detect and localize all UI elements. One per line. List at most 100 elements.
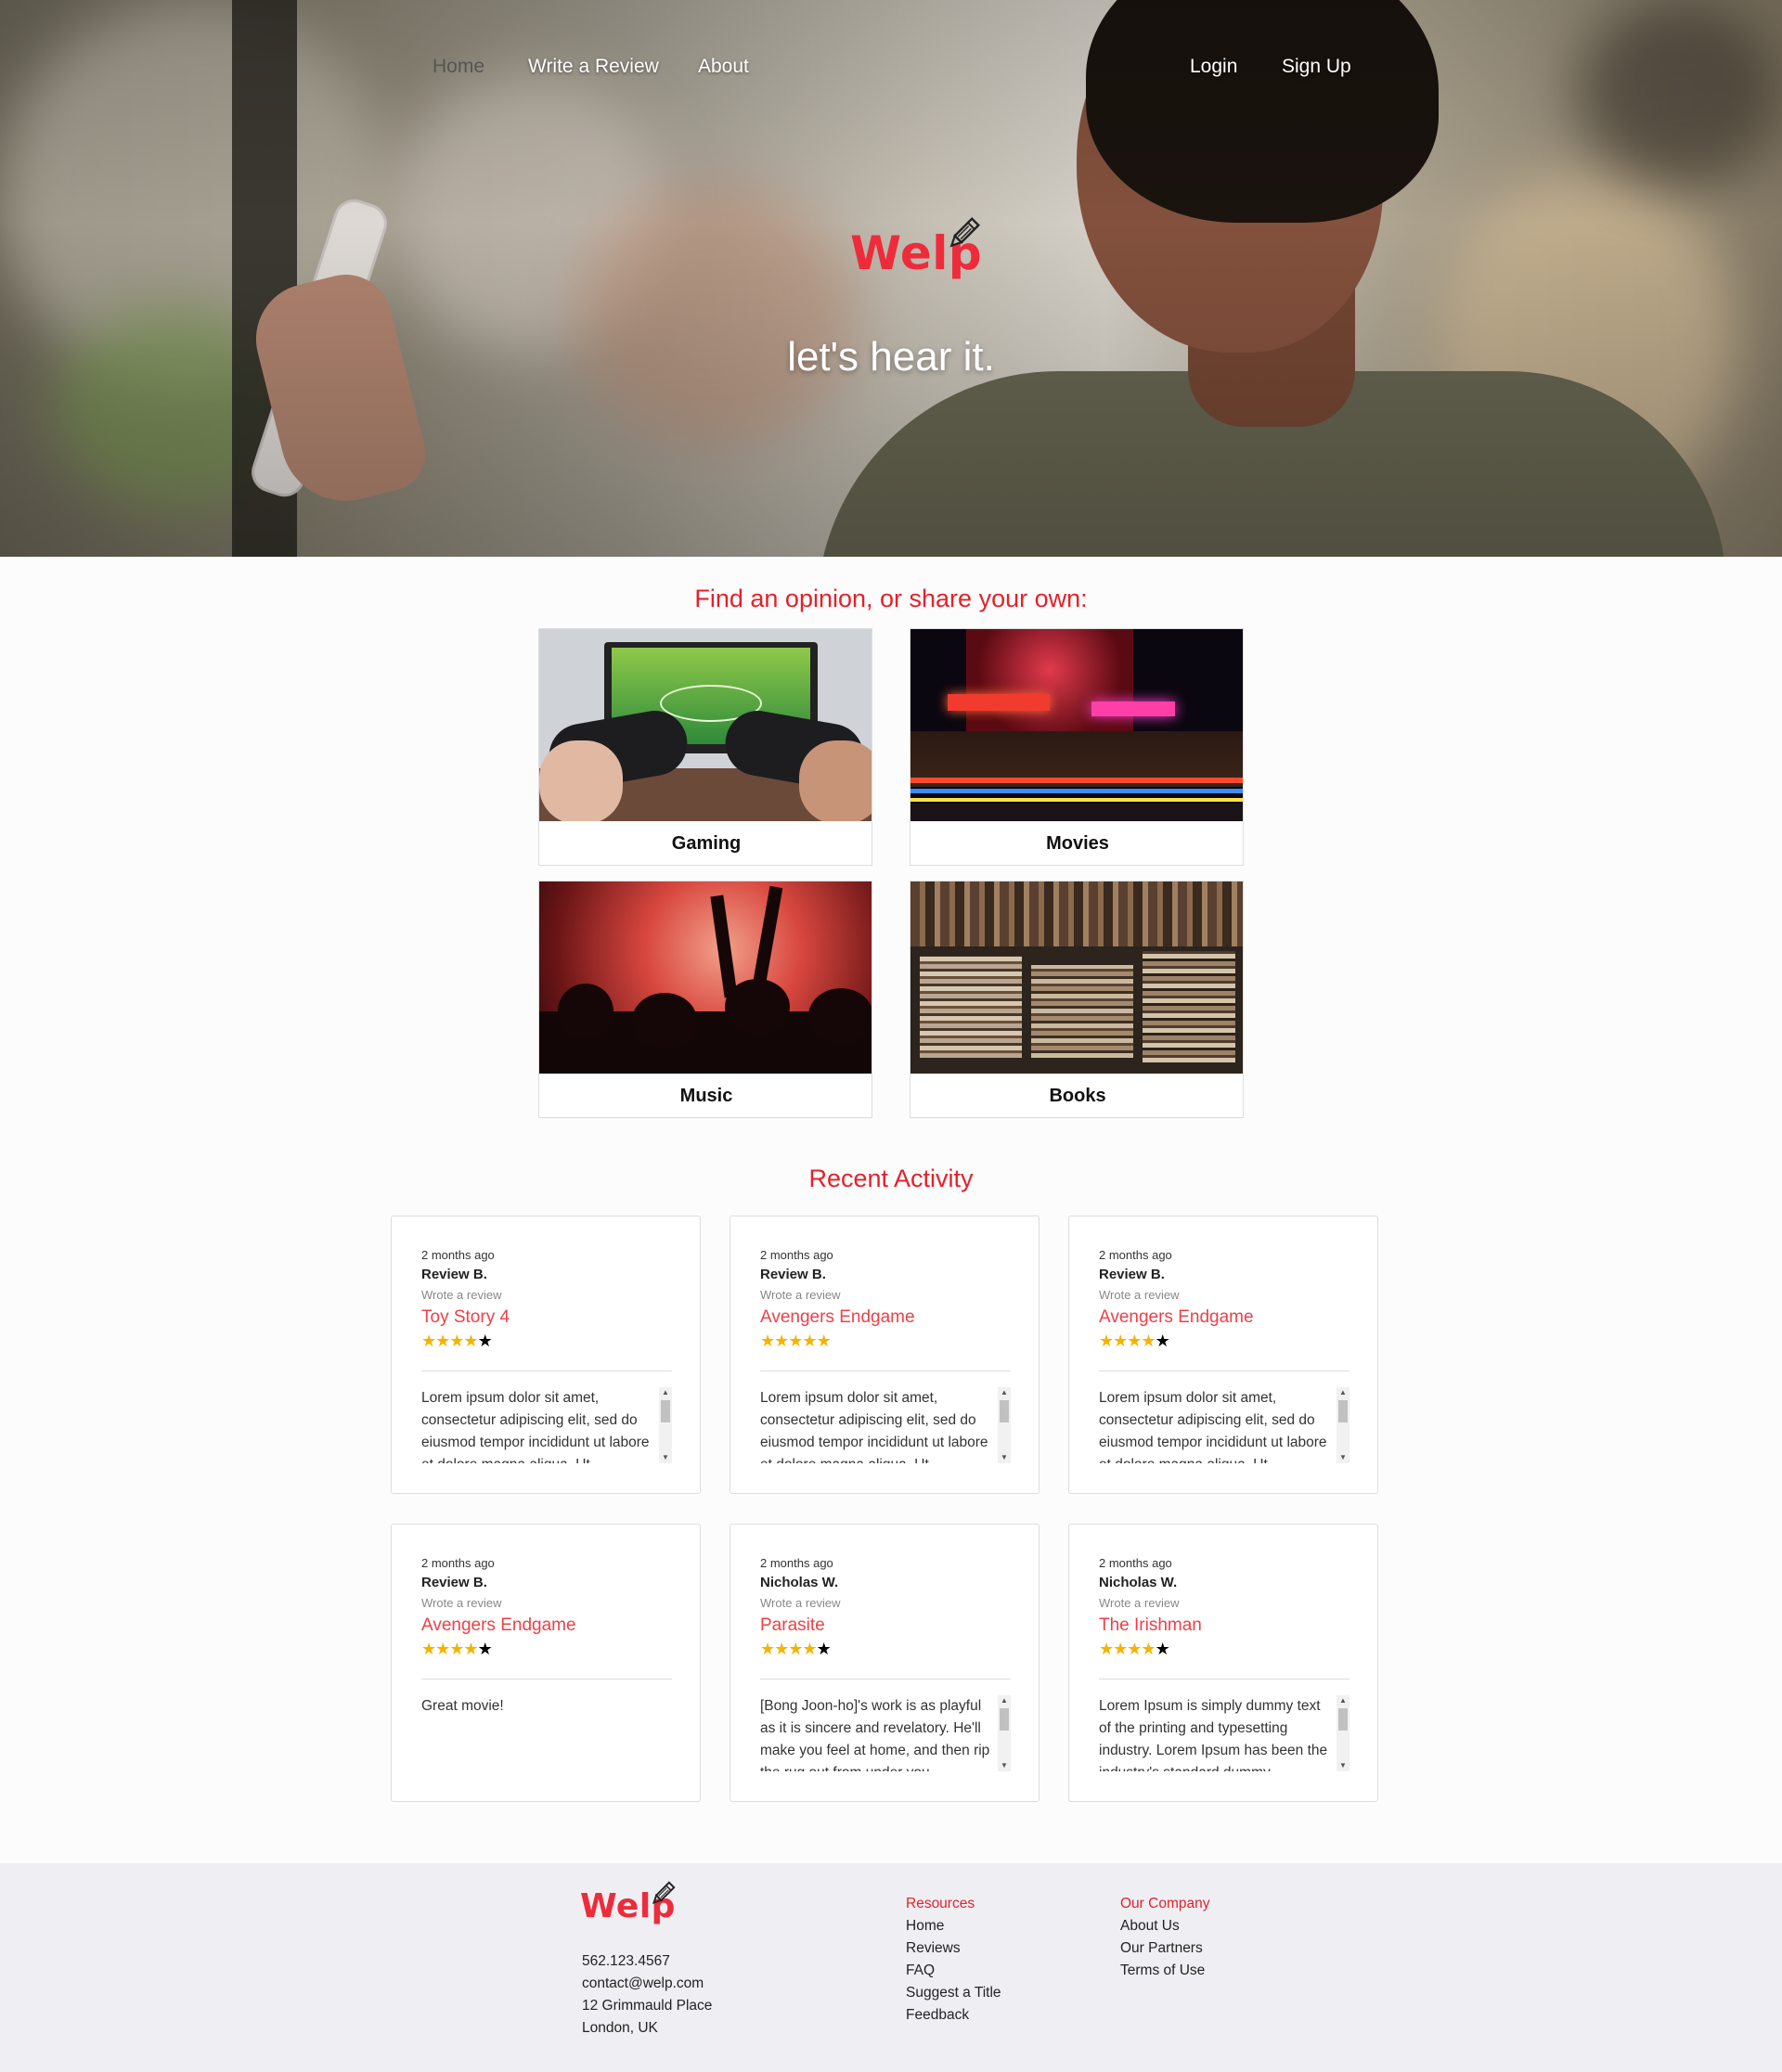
review-card[interactable]: 2 months ago Review B. Wrote a review Aveng… bbox=[730, 1216, 1040, 1494]
scroll-down-icon[interactable]: ▼ bbox=[1336, 1760, 1349, 1771]
review-scrollbar[interactable]: ▲ ▼ bbox=[659, 1387, 672, 1463]
category-label: Music bbox=[679, 1086, 733, 1106]
star-icon: ★ bbox=[774, 1640, 789, 1658]
scroll-up-icon[interactable]: ▲ bbox=[1336, 1695, 1349, 1706]
review-time: 2 months ago bbox=[1099, 1248, 1172, 1262]
footer-link-about-us[interactable]: About Us bbox=[1120, 1918, 1180, 1935]
star-icon: ★ bbox=[1141, 1332, 1156, 1350]
footer-link-feedback[interactable]: Feedback bbox=[906, 2007, 969, 2024]
nav-login[interactable]: Login bbox=[1190, 56, 1237, 78]
star-icon: ★ bbox=[477, 1332, 493, 1350]
category-card-books[interactable]: Books bbox=[910, 881, 1244, 1118]
nav-home[interactable]: Home bbox=[433, 56, 484, 78]
review-author[interactable]: Review B. bbox=[421, 1575, 487, 1590]
review-card[interactable]: 2 months ago Review B. Wrote a review Aveng… bbox=[1068, 1216, 1378, 1494]
nav-write-review[interactable]: Write a Review bbox=[528, 56, 659, 78]
review-action: Wrote a review bbox=[1099, 1288, 1180, 1302]
footer-link-reviews[interactable]: Reviews bbox=[906, 1940, 961, 1957]
star-icon: ★ bbox=[816, 1640, 832, 1658]
nav-signup[interactable]: Sign Up bbox=[1282, 56, 1351, 78]
review-time: 2 months ago bbox=[421, 1556, 495, 1570]
review-text[interactable]: Lorem ipsum dolor sit amet, consectetur … bbox=[421, 1387, 672, 1463]
nav-about[interactable]: About bbox=[698, 56, 749, 78]
footer-logo[interactable]: Welp bbox=[580, 1880, 682, 1931]
scroll-down-icon[interactable]: ▼ bbox=[1336, 1452, 1349, 1463]
scroll-up-icon[interactable]: ▲ bbox=[659, 1387, 672, 1398]
review-card[interactable]: 2 months ago Review B. Wrote a review Toy S… bbox=[391, 1216, 701, 1494]
review-rating: ★★★★★ bbox=[1099, 1640, 1170, 1659]
hero-tagline: let's hear it. bbox=[787, 334, 995, 380]
review-author[interactable]: Nicholas W. bbox=[760, 1575, 838, 1590]
review-title-link[interactable]: Avengers Endgame bbox=[760, 1307, 915, 1328]
star-icon: ★ bbox=[760, 1640, 775, 1658]
review-rating: ★★★★★ bbox=[760, 1332, 832, 1351]
scroll-down-icon[interactable]: ▼ bbox=[659, 1452, 672, 1463]
review-text[interactable]: Lorem Ipsum is simply dummy text of the … bbox=[1099, 1695, 1349, 1771]
review-text-content: Lorem ipsum dolor sit amet, consectetur … bbox=[1099, 1390, 1327, 1463]
star-icon: ★ bbox=[421, 1332, 436, 1350]
star-icon: ★ bbox=[802, 1332, 817, 1350]
footer-link-faq[interactable]: FAQ bbox=[906, 1963, 935, 1979]
star-icon: ★ bbox=[463, 1332, 478, 1350]
scroll-thumb[interactable] bbox=[1000, 1400, 1009, 1422]
review-action: Wrote a review bbox=[421, 1288, 502, 1302]
footer-link-terms[interactable]: Terms of Use bbox=[1120, 1963, 1205, 1979]
star-icon: ★ bbox=[1127, 1332, 1142, 1350]
footer-phone: 562.123.4567 bbox=[582, 1953, 670, 1969]
star-icon: ★ bbox=[421, 1640, 436, 1658]
review-author[interactable]: Nicholas W. bbox=[1099, 1575, 1177, 1590]
star-icon: ★ bbox=[477, 1640, 493, 1658]
review-title-link[interactable]: Avengers Endgame bbox=[1099, 1307, 1254, 1328]
review-time: 2 months ago bbox=[760, 1248, 833, 1262]
footer-link-suggest-title[interactable]: Suggest a Title bbox=[906, 1985, 1001, 2001]
category-card-gaming[interactable]: Gaming bbox=[538, 628, 872, 866]
footer-email[interactable]: contact@welp.com bbox=[582, 1975, 704, 1992]
category-card-music[interactable]: Music bbox=[538, 881, 872, 1118]
scroll-thumb[interactable] bbox=[1000, 1708, 1009, 1731]
review-text[interactable]: Lorem ipsum dolor sit amet, consectetur … bbox=[1099, 1387, 1349, 1463]
review-text-content: Great movie! bbox=[421, 1698, 504, 1714]
scroll-thumb[interactable] bbox=[661, 1400, 670, 1422]
review-scrollbar[interactable]: ▲ ▼ bbox=[1336, 1695, 1349, 1771]
scroll-up-icon[interactable]: ▲ bbox=[998, 1387, 1011, 1398]
star-icon: ★ bbox=[788, 1332, 803, 1350]
review-scrollbar[interactable]: ▲ ▼ bbox=[1336, 1387, 1349, 1463]
star-icon: ★ bbox=[816, 1332, 832, 1350]
review-scrollbar[interactable]: ▲ ▼ bbox=[998, 1387, 1011, 1463]
review-rating: ★★★★★ bbox=[421, 1332, 493, 1351]
review-title-link[interactable]: Avengers Endgame bbox=[421, 1615, 576, 1636]
review-title-link[interactable]: Toy Story 4 bbox=[421, 1307, 510, 1328]
hero-logo[interactable]: Welp bbox=[850, 215, 989, 285]
review-card[interactable]: 2 months ago Review B. Wrote a review Aveng… bbox=[391, 1524, 701, 1802]
review-title-link[interactable]: The Irishman bbox=[1099, 1615, 1202, 1636]
footer-company-heading: Our Company bbox=[1120, 1896, 1210, 1911]
review-time: 2 months ago bbox=[760, 1556, 833, 1570]
category-card-movies[interactable]: Movies bbox=[910, 628, 1244, 866]
review-text-content: Lorem ipsum dolor sit amet, consectetur … bbox=[760, 1390, 988, 1463]
star-icon: ★ bbox=[788, 1640, 803, 1658]
review-time: 2 months ago bbox=[421, 1248, 495, 1262]
category-label: Books bbox=[1049, 1086, 1106, 1106]
scroll-down-icon[interactable]: ▼ bbox=[998, 1760, 1011, 1771]
review-scrollbar[interactable]: ▲ ▼ bbox=[998, 1695, 1011, 1771]
scroll-thumb[interactable] bbox=[1338, 1708, 1348, 1731]
star-icon: ★ bbox=[1113, 1640, 1128, 1658]
review-author[interactable]: Review B. bbox=[1099, 1267, 1165, 1282]
star-icon: ★ bbox=[1099, 1332, 1114, 1350]
footer-link-home[interactable]: Home bbox=[906, 1918, 944, 1935]
star-icon: ★ bbox=[1127, 1640, 1142, 1658]
review-card[interactable]: 2 months ago Nicholas W. Wrote a review Par… bbox=[730, 1524, 1040, 1802]
scroll-down-icon[interactable]: ▼ bbox=[998, 1452, 1011, 1463]
review-text[interactable]: Lorem ipsum dolor sit amet, consectetur … bbox=[760, 1387, 1011, 1463]
review-card[interactable]: 2 months ago Nicholas W. Wrote a review The… bbox=[1068, 1524, 1378, 1802]
review-author[interactable]: Review B. bbox=[421, 1267, 487, 1282]
scroll-thumb[interactable] bbox=[1338, 1400, 1348, 1422]
scroll-up-icon[interactable]: ▲ bbox=[998, 1695, 1011, 1706]
review-text[interactable]: [Bong Joon-ho]'s work is as playful as i… bbox=[760, 1695, 1011, 1771]
footer-link-partners[interactable]: Our Partners bbox=[1120, 1940, 1203, 1957]
review-text[interactable]: Great movie! bbox=[421, 1695, 672, 1771]
pencil-icon bbox=[949, 217, 980, 248]
review-author[interactable]: Review B. bbox=[760, 1267, 826, 1282]
scroll-up-icon[interactable]: ▲ bbox=[1336, 1387, 1349, 1398]
review-title-link[interactable]: Parasite bbox=[760, 1615, 825, 1636]
